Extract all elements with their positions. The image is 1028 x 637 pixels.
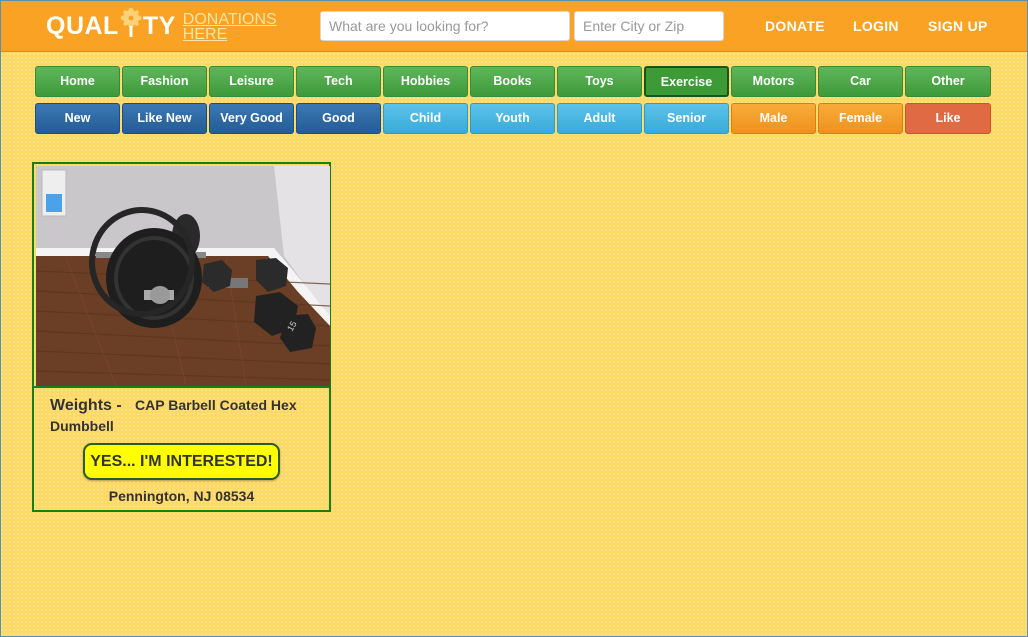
filter-female[interactable]: Female xyxy=(818,103,903,134)
location-input[interactable] xyxy=(574,11,724,41)
logo-text-left: QUAL xyxy=(46,12,119,40)
signup-link[interactable]: SIGN UP xyxy=(928,18,988,34)
filter-good[interactable]: Good xyxy=(296,103,381,134)
logo-tagline: DONATIONS HERE xyxy=(182,11,277,43)
logo-text-right: TY xyxy=(142,12,176,40)
filter-adult[interactable]: Adult xyxy=(557,103,642,134)
filter-senior[interactable]: Senior xyxy=(644,103,729,134)
category-car[interactable]: Car xyxy=(818,66,903,97)
category-tech[interactable]: Tech xyxy=(296,66,381,97)
header-bar: QUAL TY DONATIONS HERE What are you look… xyxy=(1,1,1027,52)
listing-location: Pennington, NJ 08534 xyxy=(108,488,255,504)
logo-tagline-line1: DONATIONS xyxy=(182,11,277,28)
category-toys[interactable]: Toys xyxy=(557,66,642,97)
listing-photo[interactable]: 15 xyxy=(36,166,330,386)
category-home[interactable]: Home xyxy=(35,66,120,97)
donate-link[interactable]: DONATE xyxy=(765,18,825,34)
category-other[interactable]: Other xyxy=(905,66,991,97)
card-divider xyxy=(34,386,329,388)
category-hobbies[interactable]: Hobbies xyxy=(383,66,468,97)
filter-like-new[interactable]: Like New xyxy=(122,103,207,134)
search-input[interactable] xyxy=(320,11,570,41)
category-fashion[interactable]: Fashion xyxy=(122,66,207,97)
filter-like[interactable]: Like xyxy=(905,103,991,134)
flower-icon xyxy=(120,8,142,37)
listing-title[interactable]: Weights - CAP Barbell Coated Hex Dumbbel… xyxy=(50,395,320,437)
logo-tagline-line2: HERE xyxy=(182,26,228,43)
category-nav: Home Fashion Leisure Tech Hobbies Books … xyxy=(35,66,991,97)
filter-very-good[interactable]: Very Good xyxy=(209,103,294,134)
filter-nav: New Like New Very Good Good Child Youth … xyxy=(35,103,991,134)
category-books[interactable]: Books xyxy=(470,66,555,97)
category-motors[interactable]: Motors xyxy=(731,66,816,97)
login-link[interactable]: LOGIN xyxy=(853,18,899,34)
filter-youth[interactable]: Youth xyxy=(470,103,555,134)
listing-card: 15 Weights - CAP Barbell Coated Hex Dumb… xyxy=(32,162,331,512)
category-exercise[interactable]: Exercise xyxy=(644,66,729,97)
filter-child[interactable]: Child xyxy=(383,103,468,134)
interested-button[interactable]: YES... I'M INTERESTED! xyxy=(83,443,280,480)
filter-new[interactable]: New xyxy=(35,103,120,134)
category-leisure[interactable]: Leisure xyxy=(209,66,294,97)
filter-male[interactable]: Male xyxy=(731,103,816,134)
site-logo[interactable]: QUAL TY DONATIONS HERE xyxy=(46,7,277,45)
listing-category: Weights - xyxy=(50,397,122,414)
